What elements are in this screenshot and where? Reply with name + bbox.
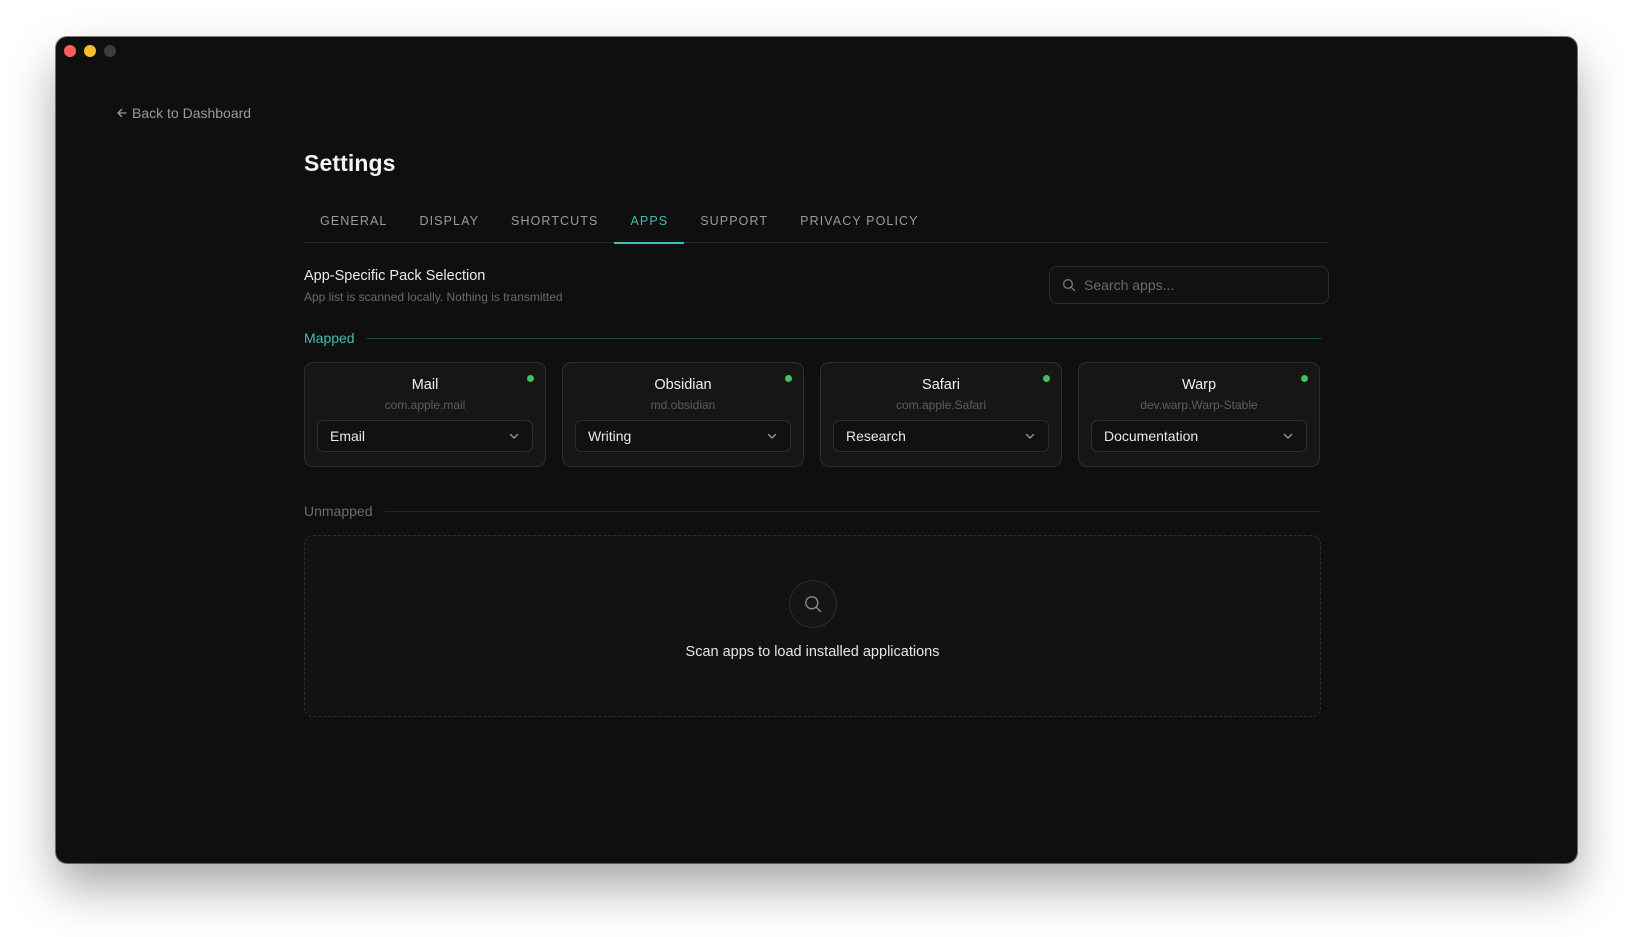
app-name: Safari [922,377,960,393]
unmapped-label: Unmapped [304,503,373,519]
app-bundle-id: com.apple.Safari [895,398,987,412]
pack-select-value: Research [846,428,906,444]
status-dot [527,375,534,382]
app-window: Back to Dashboard Settings GENERAL DISPL… [56,37,1577,863]
pack-select-value: Writing [588,428,632,444]
status-dot [785,375,792,382]
status-dot [1301,375,1308,382]
app-bundle-id: com.apple.mail [384,398,466,412]
app-bundle-id: md.obsidian [650,398,716,412]
empty-state-icon-wrapper [788,580,837,628]
maximize-window-button[interactable] [104,45,116,57]
unmapped-empty-state: Scan apps to load installed applications [304,535,1321,717]
tab-display[interactable]: DISPLAY [403,203,495,243]
chevron-down-icon [767,433,777,439]
tab-support[interactable]: SUPPORT [684,203,784,243]
app-name: Mail [411,377,439,393]
search-icon [804,596,821,613]
app-name: Obsidian [654,377,712,393]
close-window-button[interactable] [64,45,76,57]
app-name: Warp [1181,377,1217,393]
search-input[interactable] [1084,277,1316,293]
status-dot [1043,375,1050,382]
section-subtitle: App list is scanned locally. Nothing is … [304,290,563,304]
mapped-app-list: Mail com.apple.mail Email Obsidian md.ob… [304,362,1321,467]
app-card-mail: Mail com.apple.mail Email [304,362,546,467]
mapped-group-header: Mapped [304,330,1321,346]
tab-apps[interactable]: APPS [614,203,684,244]
pack-select-value: Documentation [1104,428,1199,444]
empty-state-message: Scan apps to load installed applications [685,644,940,660]
section-title: App-Specific Pack Selection [304,268,486,284]
pack-select[interactable]: Writing [575,420,791,452]
search-box[interactable] [1049,266,1329,304]
pack-select-value: Email [330,428,366,444]
section-header: App-Specific Pack Selection App list is … [304,266,1329,304]
back-to-dashboard-link[interactable]: Back to Dashboard [116,105,251,121]
window-controls [64,45,116,57]
settings-content: Settings GENERAL DISPLAY SHORTCUTS APPS … [304,150,1329,717]
back-link-label: Back to Dashboard [132,105,252,121]
minimize-window-button[interactable] [84,45,96,57]
tab-general[interactable]: GENERAL [304,203,403,243]
unmapped-divider [384,510,1321,512]
mapped-divider [366,337,1321,339]
page-title: Settings [304,150,396,176]
chevron-down-icon [509,433,519,439]
chevron-down-icon [1025,433,1035,439]
pack-select[interactable]: Research [833,420,1049,452]
chevron-down-icon [1283,433,1293,439]
tab-privacy-policy[interactable]: PRIVACY POLICY [784,203,934,243]
app-card-warp: Warp dev.warp.Warp-Stable Documentation [1078,362,1320,467]
mapped-label: Mapped [304,330,355,346]
pack-select[interactable]: Email [317,420,533,452]
pack-select[interactable]: Documentation [1091,420,1307,452]
arrow-left-icon [117,108,127,118]
app-card-obsidian: Obsidian md.obsidian Writing [562,362,804,467]
settings-tabs: GENERAL DISPLAY SHORTCUTS APPS SUPPORT P… [304,203,1329,244]
unmapped-group-header: Unmapped [304,503,1321,519]
app-bundle-id: dev.warp.Warp-Stable [1140,398,1258,412]
tab-shortcuts[interactable]: SHORTCUTS [495,203,614,243]
app-card-safari: Safari com.apple.Safari Research [820,362,1062,467]
search-icon [1063,279,1076,292]
